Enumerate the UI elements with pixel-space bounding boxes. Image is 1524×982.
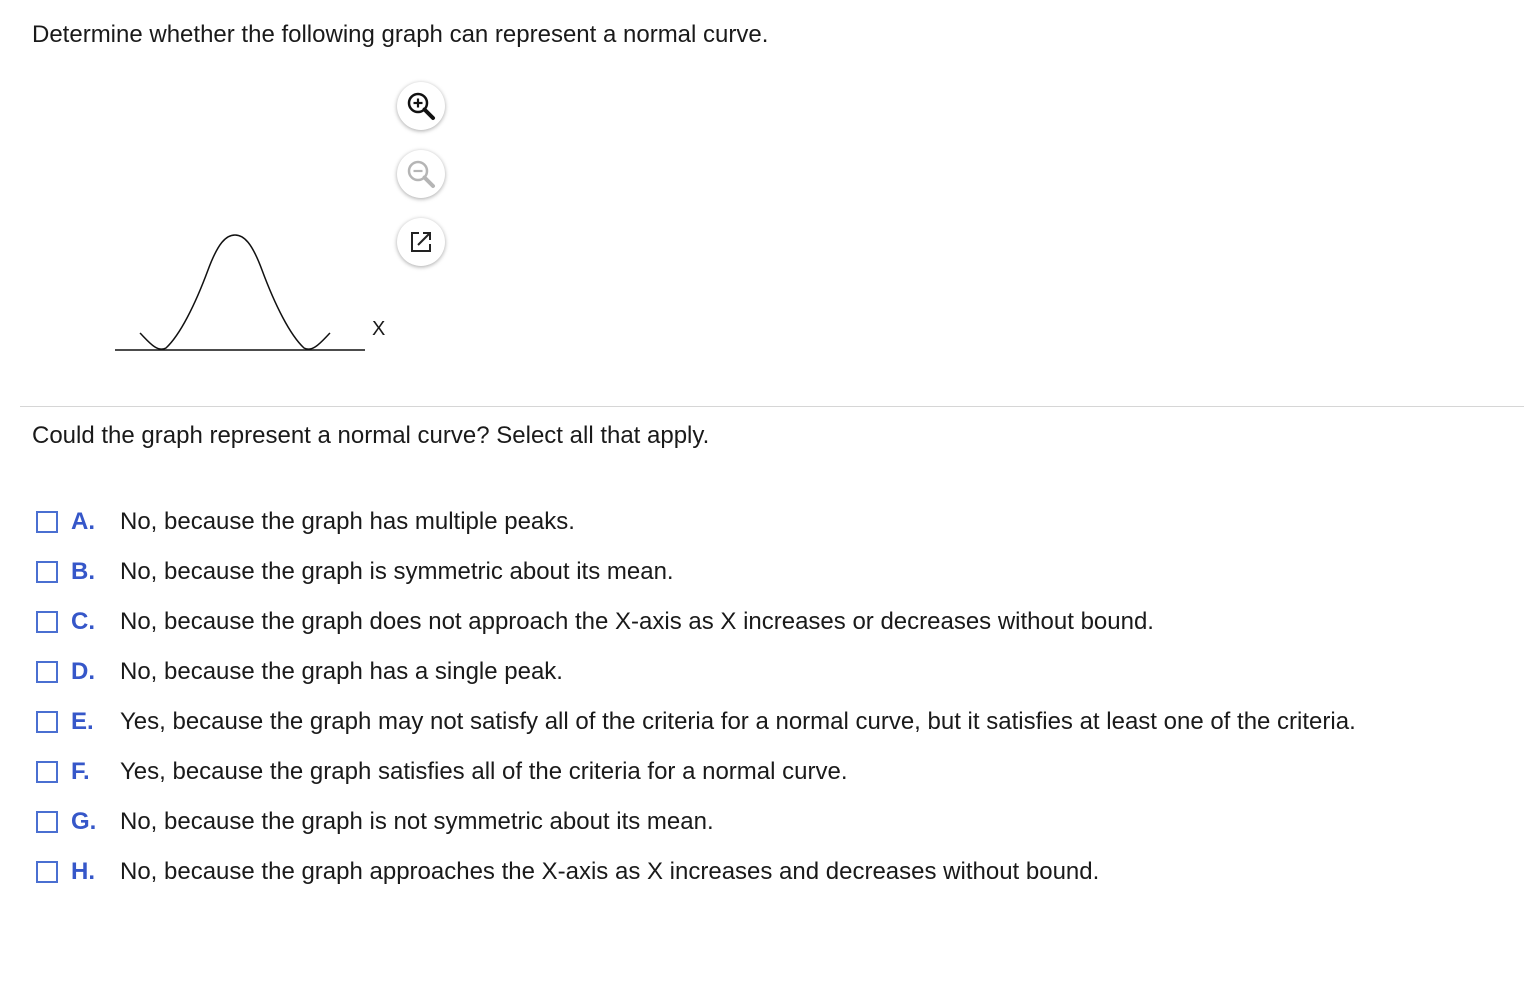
checkbox[interactable] <box>36 711 58 733</box>
section-divider <box>20 406 1524 407</box>
option-letter: H. <box>71 858 95 885</box>
popout-icon <box>411 232 431 252</box>
curve-path <box>139 234 331 350</box>
zoom-out-button[interactable] <box>397 150 445 198</box>
option-text: No, because the graph has a single peak. <box>120 658 563 685</box>
popout-button[interactable] <box>397 218 445 266</box>
option-letter: D. <box>71 658 95 685</box>
option-letter: F. <box>71 758 90 785</box>
answer-options-list: A. No, because the graph has multiple pe… <box>36 497 1356 897</box>
option-g[interactable]: G. No, because the graph is not symmetri… <box>36 797 1356 847</box>
option-a[interactable]: A. No, because the graph has multiple pe… <box>36 497 1356 547</box>
option-text: No, because the graph is symmetric about… <box>120 558 674 585</box>
zoom-out-icon <box>407 160 435 188</box>
x-axis-label: X <box>372 318 385 340</box>
option-f[interactable]: F. Yes, because the graph satisfies all … <box>36 747 1356 797</box>
option-text: No, because the graph approaches the X-a… <box>120 858 1100 885</box>
checkbox[interactable] <box>36 611 58 633</box>
zoom-in-icon <box>407 92 435 120</box>
checkbox[interactable] <box>36 861 58 883</box>
option-c[interactable]: C. No, because the graph does not approa… <box>36 597 1356 647</box>
normal-curve-graph: X <box>100 215 400 365</box>
option-e[interactable]: E. Yes, because the graph may not satisf… <box>36 697 1356 747</box>
option-letter: B. <box>71 558 95 585</box>
question-prompt: Determine whether the following graph ca… <box>32 21 769 48</box>
option-letter: G. <box>71 808 97 835</box>
checkbox[interactable] <box>36 811 58 833</box>
option-text: No, because the graph does not approach … <box>120 608 1154 635</box>
option-b[interactable]: B. No, because the graph is symmetric ab… <box>36 547 1356 597</box>
zoom-in-button[interactable] <box>397 82 445 130</box>
option-text: No, because the graph is not symmetric a… <box>120 808 714 835</box>
option-letter: C. <box>71 608 95 635</box>
option-letter: E. <box>71 708 94 735</box>
checkbox[interactable] <box>36 661 58 683</box>
option-h[interactable]: H. No, because the graph approaches the … <box>36 847 1356 897</box>
subquestion-prompt: Could the graph represent a normal curve… <box>32 422 710 449</box>
checkbox[interactable] <box>36 761 58 783</box>
option-d[interactable]: D. No, because the graph has a single pe… <box>36 647 1356 697</box>
option-text: No, because the graph has multiple peaks… <box>120 508 575 535</box>
checkbox[interactable] <box>36 561 58 583</box>
option-text: Yes, because the graph may not satisfy a… <box>120 708 1356 735</box>
option-text: Yes, because the graph satisfies all of … <box>120 758 848 785</box>
checkbox[interactable] <box>36 511 58 533</box>
option-letter: A. <box>71 508 95 535</box>
